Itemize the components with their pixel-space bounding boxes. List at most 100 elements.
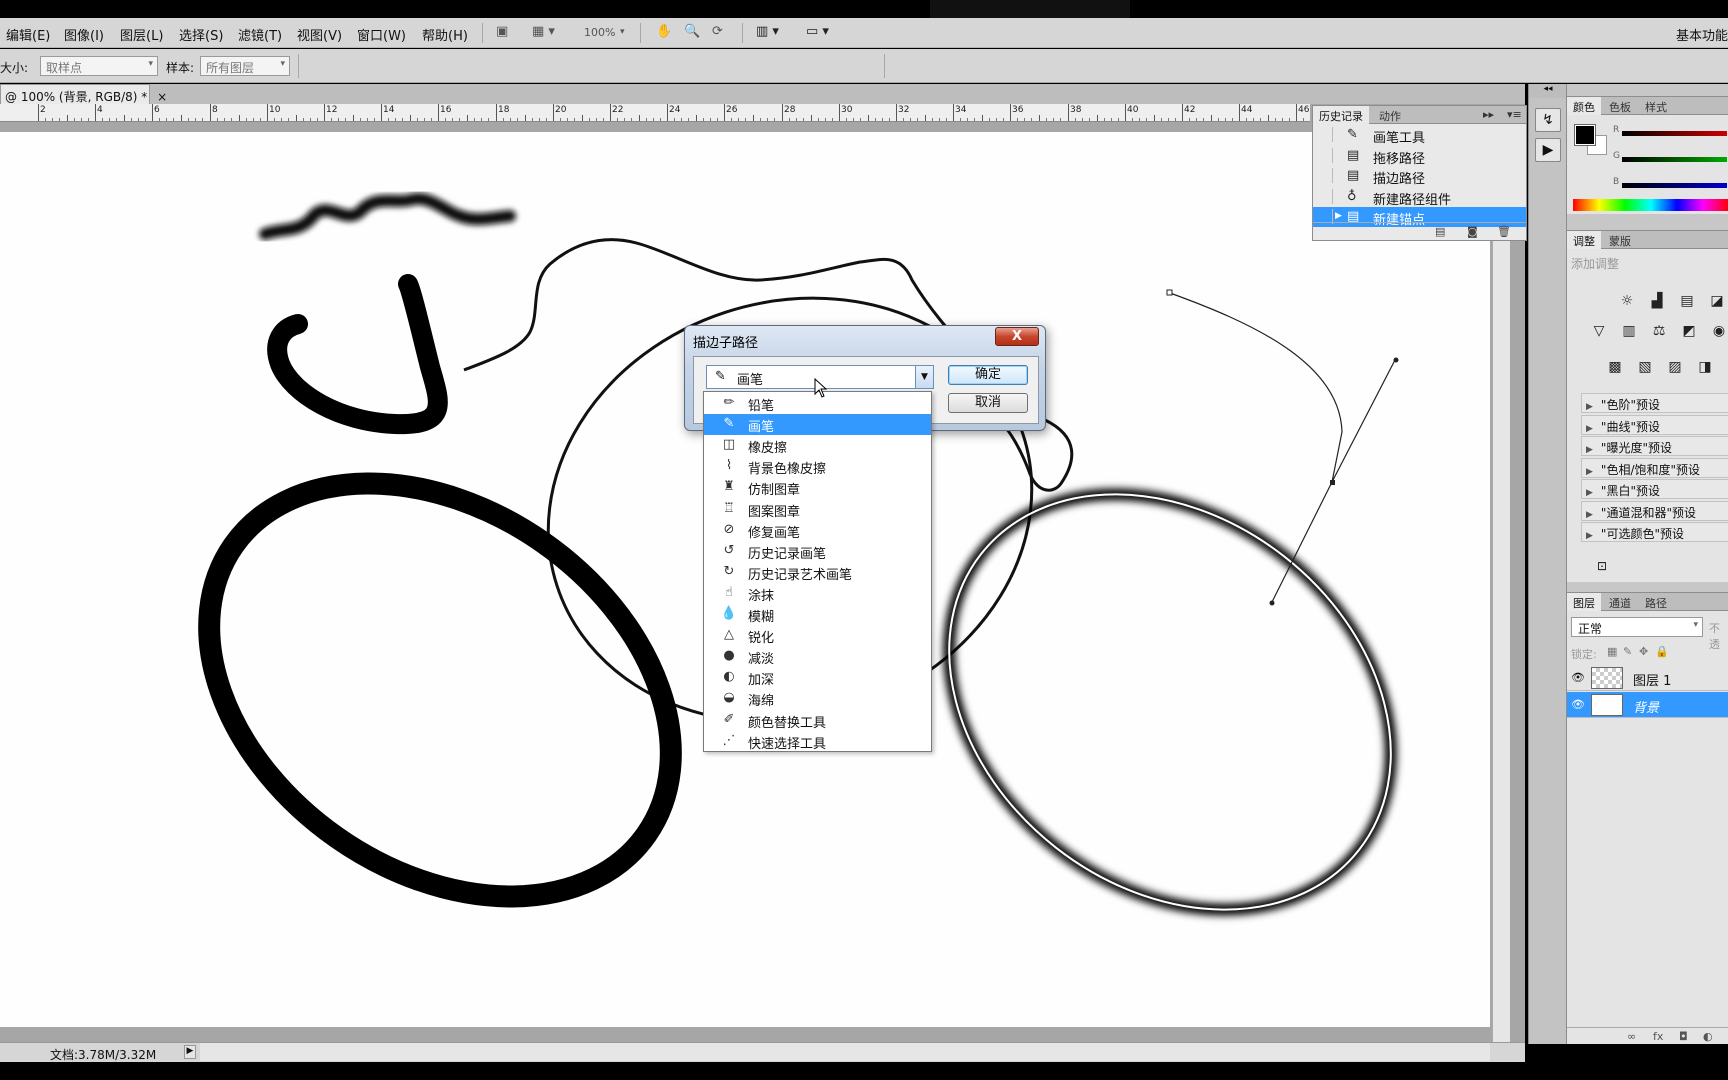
- preset-item[interactable]: ▶ "可选颜色"预设: [1581, 522, 1728, 542]
- tab-masks[interactable]: 蒙版: [1603, 231, 1637, 249]
- color-spectrum-bar[interactable]: [1573, 199, 1728, 211]
- history-state-row[interactable]: ▤ 描边路径: [1313, 166, 1526, 187]
- vibrance-icon[interactable]: ▽: [1587, 319, 1611, 343]
- arrange-documents-icon[interactable]: ▥ ▾: [756, 24, 779, 42]
- tool-option[interactable]: ♖ 图案图章: [704, 499, 931, 520]
- tool-option[interactable]: ⌇ 背景色橡皮擦: [704, 456, 931, 477]
- tab-swatches[interactable]: 色板: [1603, 97, 1637, 115]
- levels-icon[interactable]: ▟: [1645, 289, 1669, 313]
- preset-item[interactable]: ▶ "通道混和器"预设: [1581, 500, 1728, 521]
- menu-help[interactable]: 帮助(H): [422, 25, 468, 44]
- foreground-color-swatch[interactable]: [1574, 124, 1596, 146]
- tool-option[interactable]: △ 锐化: [704, 625, 931, 646]
- tool-option[interactable]: ♜ 仿制图章: [704, 477, 931, 498]
- tool-option[interactable]: ● 减淡: [704, 646, 931, 667]
- panel-collapse-icon[interactable]: ▸▸: [1481, 106, 1496, 124]
- horizontal-scrollbar[interactable]: [200, 1043, 1490, 1061]
- workspace-switcher[interactable]: 基本功能: [1676, 25, 1728, 44]
- adjustment-layer-icon[interactable]: ◐: [1703, 1030, 1713, 1043]
- document-tab[interactable]: @ 100% (背景, RGB/8) * ×: [0, 84, 167, 104]
- history-state-row[interactable]: ♁ 新建路径组件: [1313, 187, 1526, 208]
- vertical-scrollbar[interactable]: [1492, 122, 1510, 1042]
- channel-mixer-icon[interactable]: ▩: [1603, 355, 1627, 379]
- color-balance-icon[interactable]: ⚖: [1647, 319, 1671, 343]
- layer-row[interactable]: 👁 背景: [1567, 692, 1728, 718]
- dialog-close-button[interactable]: X: [995, 327, 1039, 346]
- zoom-level-select[interactable]: 100%: [584, 26, 615, 44]
- screen-mode-icon[interactable]: ▭ ▾: [806, 24, 829, 42]
- menu-layer[interactable]: 图层(L): [120, 25, 163, 44]
- black-white-icon[interactable]: ◩: [1677, 319, 1701, 343]
- menu-window[interactable]: 窗口(W): [357, 25, 406, 44]
- brightness-contrast-icon[interactable]: ☼: [1615, 289, 1639, 313]
- tab-history[interactable]: 历史记录: [1313, 106, 1369, 124]
- history-state-row[interactable]: ▤ 拖移路径: [1313, 146, 1526, 167]
- hand-tool-icon[interactable]: ✋: [656, 24, 672, 42]
- photo-filter-icon[interactable]: ◉: [1707, 319, 1728, 343]
- curves-icon[interactable]: ▤: [1675, 289, 1699, 313]
- history-brush-source-checkbox[interactable]: [1319, 188, 1333, 204]
- hue-saturation-icon[interactable]: ▥: [1617, 319, 1641, 343]
- history-brush-source-checkbox[interactable]: [1319, 127, 1333, 142]
- tool-option[interactable]: 💧 模糊: [704, 604, 931, 625]
- tool-option[interactable]: ☝ 涂抹: [704, 583, 931, 604]
- zoom-dropdown-arrow-icon[interactable]: ▾: [620, 27, 625, 45]
- rotate-view-icon[interactable]: ⟳: [712, 24, 723, 42]
- tab-color[interactable]: 颜色: [1567, 97, 1601, 115]
- tab-channels[interactable]: 通道: [1603, 593, 1637, 611]
- tool-option[interactable]: ✐ 颜色替换工具: [704, 710, 931, 731]
- menu-select[interactable]: 选择(S): [179, 25, 223, 44]
- trash-icon[interactable]: 🗑: [1497, 225, 1511, 238]
- blue-slider[interactable]: [1622, 183, 1727, 188]
- posterize-icon[interactable]: ▨: [1663, 355, 1687, 379]
- sample-layers-select[interactable]: 所有图层 ▾: [200, 56, 290, 76]
- ok-button[interactable]: 确定: [948, 365, 1028, 385]
- add-mask-icon[interactable]: ◘: [1679, 1030, 1688, 1043]
- preset-item[interactable]: ▶ "曝光度"预设: [1581, 436, 1728, 456]
- zoom-tool-icon[interactable]: 🔍: [684, 24, 700, 42]
- blend-mode-select[interactable]: 正常 ▾: [1571, 617, 1703, 637]
- preset-item[interactable]: ▶ "黑白"预设: [1581, 479, 1728, 499]
- cancel-button[interactable]: 取消: [948, 393, 1028, 413]
- adjustments-footer-icon[interactable]: ⊡: [1597, 559, 1607, 573]
- actions-panel-icon[interactable]: ▶: [1535, 138, 1561, 162]
- red-slider[interactable]: [1622, 131, 1727, 136]
- exposure-icon[interactable]: ◪: [1705, 289, 1728, 313]
- tool-option[interactable]: ⋰ 快速选择工具: [704, 731, 931, 752]
- new-snapshot-icon[interactable]: ◙: [1467, 225, 1478, 238]
- menu-filter[interactable]: 滤镜(T): [238, 25, 282, 44]
- sample-size-select[interactable]: 取样点 ▾: [40, 56, 158, 76]
- collapse-dock-icon[interactable]: ◂◂: [1529, 84, 1567, 98]
- tab-adjustments[interactable]: 调整: [1567, 231, 1601, 249]
- status-menu-arrow-icon[interactable]: ▶: [184, 1045, 196, 1059]
- tool-option[interactable]: ↻ 历史记录艺术画笔: [704, 562, 931, 583]
- lock-transparency-icon[interactable]: ▦: [1607, 645, 1617, 658]
- tool-option[interactable]: ◫ 橡皮擦: [704, 435, 931, 456]
- tool-option[interactable]: ↺ 历史记录画笔: [704, 541, 931, 562]
- menu-edit[interactable]: 编辑(E): [6, 25, 50, 44]
- preset-item[interactable]: ▶ "曲线"预设: [1581, 414, 1728, 435]
- menu-image[interactable]: 图像(I): [64, 25, 104, 44]
- menu-view[interactable]: 视图(V): [297, 25, 342, 44]
- tool-option[interactable]: ◒ 海绵: [704, 688, 931, 709]
- tab-paths[interactable]: 路径: [1639, 593, 1673, 611]
- eye-icon[interactable]: 👁: [1571, 698, 1585, 711]
- bridge-icon[interactable]: ▣: [496, 24, 508, 42]
- tool-option[interactable]: ◐ 加深: [704, 667, 931, 688]
- preset-item[interactable]: ▶ "色相/饱和度"预设: [1581, 457, 1728, 478]
- lock-position-icon[interactable]: ✥: [1639, 645, 1648, 658]
- close-icon[interactable]: ×: [157, 90, 167, 104]
- tab-layers[interactable]: 图层: [1567, 593, 1601, 611]
- history-state-row[interactable]: ✎ 画笔工具: [1313, 125, 1526, 146]
- layer-row[interactable]: 👁 图层 1: [1567, 665, 1728, 691]
- green-slider[interactable]: [1622, 157, 1727, 162]
- invert-icon[interactable]: ▧: [1633, 355, 1657, 379]
- tool-option[interactable]: ⊘ 修复画笔: [704, 520, 931, 541]
- new-document-from-state-icon[interactable]: ▤: [1435, 225, 1445, 238]
- gradient-map-icon[interactable]: ◨: [1693, 355, 1717, 379]
- history-brush-source-checkbox[interactable]: [1319, 168, 1333, 183]
- link-layers-icon[interactable]: ∞: [1627, 1030, 1636, 1043]
- chevron-down-icon[interactable]: ▼: [915, 366, 933, 388]
- panel-menu-icon[interactable]: ▾≡: [1505, 106, 1524, 124]
- lock-pixels-icon[interactable]: ✎: [1623, 645, 1632, 658]
